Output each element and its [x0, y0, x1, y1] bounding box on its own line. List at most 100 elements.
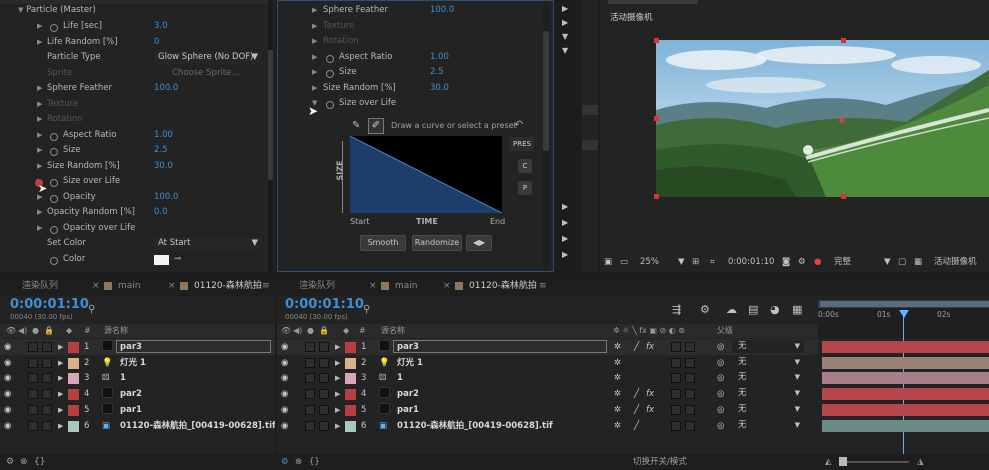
audio-icon[interactable]: ◀) — [293, 324, 302, 338]
fx-switch-icon[interactable]: fx — [646, 339, 654, 355]
comp-flowchart-icon[interactable]: ⚙ — [281, 454, 289, 470]
curve-pencil-icon[interactable]: ✎ — [352, 120, 366, 134]
label-icon[interactable]: ◆ — [66, 324, 72, 338]
effect-row-value[interactable]: 0.0 — [154, 205, 168, 220]
expand-arrow-icon[interactable]: ▶ — [58, 402, 63, 418]
expand-arrow-icon[interactable]: ▶ — [37, 35, 42, 50]
frame-blend-icon[interactable]: ▤ — [748, 303, 758, 316]
layer-name[interactable]: 灯光 1 — [397, 355, 423, 371]
composition-canvas[interactable] — [656, 40, 989, 197]
eyedropper-icon[interactable]: ⊸ — [174, 252, 181, 267]
effect-row-value[interactable]: 100.0 — [154, 190, 178, 205]
adjustment-toggle[interactable] — [685, 357, 695, 368]
layer-label-color[interactable] — [68, 389, 79, 401]
visibility-eye-icon[interactable]: ◉ — [4, 418, 11, 434]
effect-row-value[interactable]: 1.00 — [430, 50, 449, 65]
layer-label-color[interactable] — [68, 342, 79, 353]
pickwhip-icon[interactable]: ◎ — [717, 418, 724, 434]
effect-row-value[interactable]: 100.0 — [154, 81, 178, 96]
channel-icon[interactable]: ● — [814, 252, 821, 272]
pickwhip-icon[interactable]: ◎ — [717, 339, 724, 355]
expand-arrow-icon[interactable]: ▶ — [37, 128, 42, 143]
preset-c-button[interactable]: C — [518, 159, 532, 173]
expand-arrow-icon[interactable]: ▶ — [335, 370, 340, 386]
layer-duration-bar[interactable] — [822, 372, 989, 385]
layer-label-color[interactable] — [68, 373, 79, 385]
layer-label-color[interactable] — [345, 404, 356, 416]
audio-toggle[interactable] — [305, 357, 315, 368]
layer-name[interactable]: 灯光 1 — [120, 355, 146, 371]
layer-label-color[interactable] — [68, 420, 79, 432]
expand-arrow-icon[interactable]: ▶ — [37, 159, 42, 174]
pickwhip-icon[interactable]: ◎ — [717, 386, 724, 402]
quality-switch-icon[interactable]: ╱ — [634, 418, 639, 434]
collapse-icon[interactable]: {} — [34, 454, 45, 470]
solo-toggle[interactable] — [319, 404, 329, 415]
layer-duration-bar[interactable] — [822, 388, 989, 401]
visibility-eye-icon[interactable]: ◉ — [281, 418, 288, 434]
tab-render-queue[interactable]: 渲染队列 — [22, 276, 58, 296]
visibility-eye-icon[interactable]: ◉ — [281, 355, 288, 371]
solo-toggle[interactable] — [42, 420, 52, 431]
expand-arrow-icon[interactable]: ▶ — [37, 97, 42, 112]
expand-arrow-icon[interactable]: ▶ — [312, 65, 317, 80]
effect-row[interactable]: Sprite Choose Sprite... — [0, 66, 268, 81]
parent-dropdown[interactable]: 无 ▼ — [732, 418, 804, 432]
quality-switch-icon[interactable]: ╱ — [634, 402, 639, 418]
stopwatch-icon[interactable] — [50, 255, 58, 270]
solo-icon[interactable]: ● — [307, 324, 314, 338]
effect-row[interactable]: ▶ Rotation — [278, 34, 540, 49]
expand-arrow-icon[interactable]: ▶ — [562, 218, 568, 227]
audio-toggle[interactable] — [28, 357, 38, 368]
expand-arrow-icon[interactable]: ▶ — [562, 18, 568, 27]
expand-arrow-icon[interactable]: ▶ — [58, 370, 63, 386]
audio-toggle[interactable] — [305, 373, 315, 384]
adjustment-toggle[interactable] — [685, 420, 695, 431]
motion-blur-toggle[interactable] — [671, 373, 681, 384]
solo-toggle[interactable] — [319, 389, 329, 400]
visibility-eye-icon[interactable]: ◉ — [4, 339, 11, 355]
search-icon[interactable]: ⚲ — [363, 304, 370, 315]
layer-row[interactable]: ◉ ▶ 3 ⚄ 1 — [0, 370, 275, 386]
effect-row[interactable]: ▶ Opacity over Life — [0, 221, 268, 236]
particle-master-header[interactable]: ▼ Particle (Master) — [18, 3, 96, 18]
effect-row[interactable]: ▶ Size Random [%] 30.0 — [0, 159, 268, 174]
layer-label-color[interactable] — [345, 420, 356, 432]
effect-row[interactable]: ▶ Texture — [0, 97, 268, 112]
expand-arrow-icon[interactable]: ▶ — [562, 234, 568, 243]
comp-marker-icon[interactable]: ⚙ — [700, 303, 710, 316]
graph-editor-icon[interactable]: ▦ — [792, 303, 802, 316]
mask-icon[interactable]: ⌗ — [710, 252, 715, 272]
flip-button[interactable]: ◀▶ — [466, 235, 492, 251]
expand-arrow-icon[interactable]: ▶ — [58, 418, 63, 434]
layer-name-editbox[interactable] — [393, 340, 607, 353]
mid-panel-scrollbar[interactable] — [543, 1, 549, 271]
audio-toggle[interactable] — [305, 404, 315, 415]
solo-toggle[interactable] — [319, 373, 329, 384]
layer-name[interactable]: par1 — [397, 402, 419, 418]
solo-toggle[interactable] — [319, 342, 329, 352]
zoom-dropdown-icon[interactable]: ▼ — [678, 252, 685, 272]
effect-row[interactable]: ▶ Texture — [278, 19, 540, 34]
tab-forest[interactable]: 01120-森林航拍 — [469, 276, 537, 296]
audio-toggle[interactable] — [305, 420, 315, 431]
screen-icon[interactable]: ▭ — [620, 252, 628, 272]
audio-icon[interactable]: ◀) — [18, 324, 27, 338]
tab-close-icon[interactable]: × — [168, 276, 176, 296]
layer-name[interactable]: par1 — [120, 402, 142, 418]
layer-duration-bar[interactable] — [822, 419, 989, 432]
layer-row[interactable]: ◉ ▶ 1 par3 — [0, 339, 275, 355]
audio-toggle[interactable] — [28, 404, 38, 415]
solo-toggle[interactable] — [319, 357, 329, 368]
label-icon[interactable]: ◆ — [343, 324, 349, 338]
effect-row[interactable]: ▶ Opacity Random [%] 0.0 — [0, 205, 268, 220]
motion-blur-icon[interactable]: ◕ — [770, 303, 780, 316]
camera-view-label[interactable]: 活动摄像机 — [934, 252, 977, 272]
layer-row[interactable]: ◉ ▶ 5 par1 ✲ ╱ fx ◎ 无 ▼ — [277, 402, 818, 418]
layer-label-color[interactable] — [345, 342, 356, 353]
grid-icon[interactable]: ⊞ — [692, 252, 699, 272]
layer-duration-bar[interactable] — [822, 341, 989, 353]
show-snapshot-icon[interactable]: ⚙ — [798, 252, 806, 272]
current-timecode[interactable]: 0:00:01:10 — [285, 297, 364, 312]
tab-close-icon[interactable]: × — [369, 276, 377, 296]
